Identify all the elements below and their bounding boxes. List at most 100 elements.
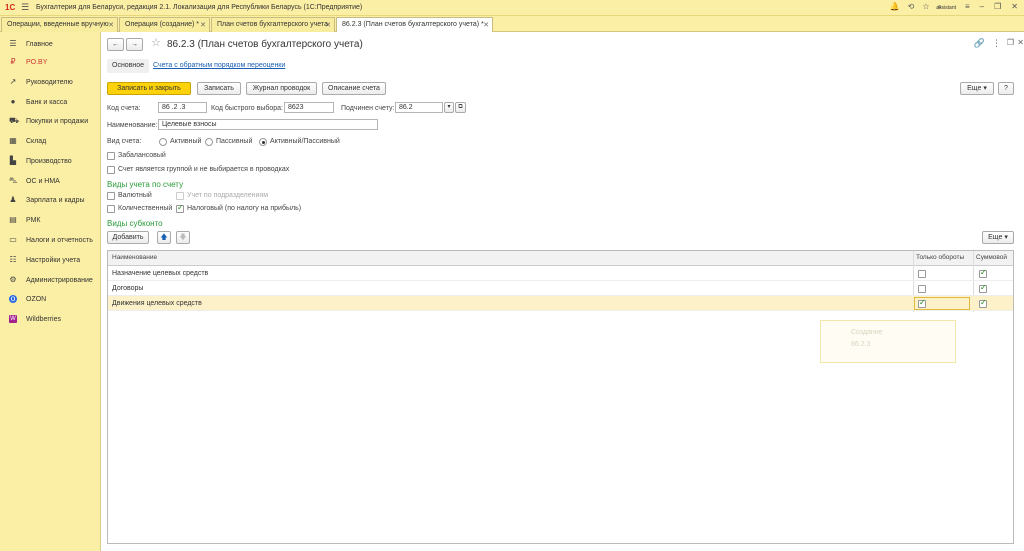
sidebar-item-main[interactable]: ☰ Главное bbox=[0, 36, 100, 54]
type-active-radio[interactable] bbox=[159, 138, 167, 146]
app-title: Бухгалтерия для Беларуси, редакция 2.1. … bbox=[36, 4, 363, 11]
close-icon[interactable]: ✕ bbox=[1017, 38, 1024, 47]
account-form: ← → ☆ 86.2.3 (План счетов бухгалтерского… bbox=[101, 32, 1024, 551]
type-active-passive-label: Активный/Пассивный bbox=[270, 138, 340, 145]
settings-icon[interactable]: ≡ bbox=[965, 2, 970, 11]
sidebar-item-label: OZON bbox=[26, 296, 47, 303]
quick-code-input[interactable]: 8623 bbox=[284, 102, 334, 113]
minimize-icon[interactable]: – bbox=[980, 2, 984, 11]
table-row[interactable]: Назначение целевых средств bbox=[108, 266, 1013, 281]
favorite-star-icon[interactable]: ☆ bbox=[151, 36, 161, 49]
sum-checkbox[interactable] bbox=[979, 283, 987, 293]
arrow-down-icon: 🡇 bbox=[179, 234, 187, 241]
user-name[interactable]: assistant bbox=[916, 5, 956, 11]
restore-icon[interactable]: ❐ bbox=[1007, 38, 1014, 47]
name-input[interactable]: Целевые взносы bbox=[158, 119, 378, 130]
sidebar-item-production[interactable]: ▙ Производство bbox=[0, 153, 100, 171]
account-description-button[interactable]: Описание счета bbox=[322, 82, 386, 95]
column-header-name[interactable]: Наименование bbox=[112, 254, 157, 261]
history-icon[interactable]: ⟲ bbox=[908, 2, 915, 12]
sidebar-item-label: ОС и НМА bbox=[26, 178, 60, 185]
truck-icon: ⛍ bbox=[9, 176, 18, 185]
link-icon[interactable]: 🔗 bbox=[974, 38, 985, 49]
row-name: Назначение целевых средств bbox=[112, 270, 209, 277]
sidebar-item-administration[interactable]: ⚙ Администрирование bbox=[0, 272, 100, 290]
back-button[interactable]: ← bbox=[107, 38, 124, 51]
sidebar-item-accounting-settings[interactable]: ☷ Настройки учета bbox=[0, 252, 100, 270]
close-icon[interactable]: ✕ bbox=[483, 21, 489, 29]
sidebar-item-purchases[interactable]: ⛟ Покупки и продажи bbox=[0, 113, 100, 131]
sidebar-item-poby[interactable]: ₽ PO.BY bbox=[0, 54, 100, 72]
sidebar-item-salary[interactable]: ♟ Зарплата и кадры bbox=[0, 192, 100, 210]
tab-operation-create[interactable]: Операция (создание) * ✕ bbox=[119, 17, 210, 32]
tab-manual-operations[interactable]: Операции, введенные вручную ✕ bbox=[1, 17, 118, 32]
sidebar-item-bank[interactable]: ● Банк и касса bbox=[0, 94, 100, 112]
tab-account-86-2-3[interactable]: 86.2.3 (План счетов бухгалтерского учета… bbox=[336, 17, 493, 32]
subdivision-checkbox[interactable] bbox=[176, 192, 184, 200]
code-input[interactable]: 86 .2 .3 bbox=[158, 102, 207, 113]
move-down-button[interactable]: 🡇 bbox=[176, 231, 190, 244]
open-link-icon[interactable]: ⧉ bbox=[455, 102, 466, 113]
turnover-only-checkbox[interactable] bbox=[918, 298, 926, 308]
sidebar-item-label: Покупки и продажи bbox=[26, 118, 89, 125]
close-icon[interactable]: ✕ bbox=[200, 21, 206, 29]
menu-icon: ☰ bbox=[9, 39, 17, 48]
subdivision-label: Учет по подразделениям bbox=[187, 192, 269, 199]
sidebar-item-label: Зарплата и кадры bbox=[26, 197, 85, 204]
offbalance-checkbox[interactable] bbox=[107, 152, 115, 160]
sidebar-item-manager[interactable]: ↗ Руководителю bbox=[0, 74, 100, 92]
tab-label: Операции, введенные вручную bbox=[7, 21, 109, 28]
save-button[interactable]: Записать bbox=[197, 82, 241, 95]
close-icon[interactable]: ✕ bbox=[325, 21, 331, 29]
group-checkbox[interactable] bbox=[107, 166, 115, 174]
move-up-button[interactable]: 🡅 bbox=[157, 231, 171, 244]
sidebar-item-taxes[interactable]: ▭ Налоги и отчетность bbox=[0, 232, 100, 250]
grid-more-button[interactable]: Еще ▾ bbox=[982, 231, 1014, 244]
type-active-passive-radio[interactable] bbox=[259, 138, 267, 146]
turnover-only-checkbox[interactable] bbox=[918, 270, 926, 278]
tax-checkbox[interactable] bbox=[176, 203, 184, 213]
tab-main[interactable]: Основное bbox=[112, 62, 144, 69]
main-menu-icon[interactable]: ☰ bbox=[21, 2, 29, 13]
help-button[interactable]: ? bbox=[998, 82, 1014, 95]
quantity-checkbox[interactable] bbox=[107, 205, 115, 213]
quick-code-label: Код быстрого выбора: bbox=[211, 105, 283, 112]
column-header-turnover[interactable]: Только обороты bbox=[916, 254, 964, 261]
more-vertical-icon[interactable]: ⋮ bbox=[992, 38, 1001, 49]
code-label: Код счета: bbox=[107, 105, 141, 112]
close-icon[interactable]: ✕ bbox=[1011, 2, 1018, 11]
type-active-label: Активный bbox=[170, 138, 202, 145]
warehouse-icon: ▦ bbox=[9, 136, 17, 145]
turnover-only-checkbox[interactable] bbox=[918, 285, 926, 293]
tax-label: Налоговый (по налогу на прибыль) bbox=[187, 205, 302, 212]
sum-checkbox[interactable] bbox=[979, 268, 987, 278]
currency-checkbox[interactable] bbox=[107, 192, 115, 200]
journal-button[interactable]: Журнал проводок bbox=[246, 82, 317, 95]
column-header-sum[interactable]: Суммовой bbox=[976, 254, 1007, 261]
sidebar-item-warehouse[interactable]: ▦ Склад bbox=[0, 133, 100, 151]
accounting-types-heading: Виды учета по счету bbox=[107, 180, 184, 189]
table-row-selected[interactable]: Движения целевых средств bbox=[108, 296, 1013, 311]
sidebar-item-wildberries[interactable]: W Wildberries bbox=[0, 311, 100, 329]
bell-icon[interactable]: 🔔 bbox=[890, 2, 900, 12]
close-icon[interactable]: ✕ bbox=[108, 21, 114, 29]
table-row[interactable]: Договоры bbox=[108, 281, 1013, 296]
sidebar-item-assets[interactable]: ⛍ ОС и НМА bbox=[0, 173, 100, 191]
tab-chart-of-accounts[interactable]: План счетов бухгалтерского учета ✕ bbox=[211, 17, 335, 32]
settings-list-icon: ☷ bbox=[9, 255, 17, 264]
parent-account-input[interactable]: 86.2 bbox=[395, 102, 443, 113]
parent-account-dropdown[interactable]: ▾ bbox=[444, 102, 454, 113]
more-button[interactable]: Еще ▾ bbox=[960, 82, 994, 95]
sidebar-item-ozon[interactable]: o OZON bbox=[0, 291, 100, 309]
restore-icon[interactable]: ❐ bbox=[994, 2, 1001, 11]
sum-checkbox[interactable] bbox=[979, 298, 987, 308]
tab-reverse-revaluation-link[interactable]: Счета с обратным порядком переоценки bbox=[153, 62, 285, 69]
sidebar-item-rmk[interactable]: ▤ РМК bbox=[0, 212, 100, 230]
factory-icon: ▙ bbox=[9, 156, 17, 165]
type-passive-radio[interactable] bbox=[205, 138, 213, 146]
sidebar-item-label: РМК bbox=[26, 217, 41, 224]
add-button[interactable]: Добавить bbox=[107, 231, 149, 244]
save-and-close-button[interactable]: Записать и закрыть bbox=[107, 82, 191, 95]
forward-button[interactable]: → bbox=[126, 38, 143, 51]
currency-label: Валютный bbox=[118, 192, 152, 199]
